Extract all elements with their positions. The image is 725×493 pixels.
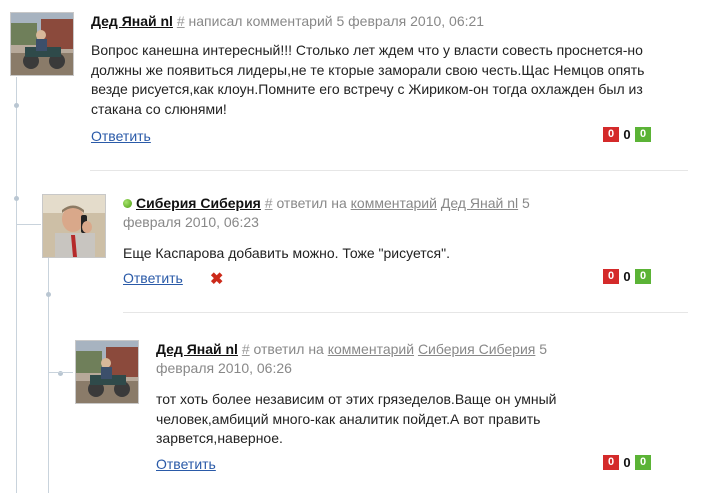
thread-dot [14,196,19,201]
vote-widget: 0 0 0 [603,127,651,142]
vote-up-button[interactable]: 0 [635,455,651,470]
vote-down-button[interactable]: 0 [603,269,619,284]
comment-date-day: 5 [522,195,530,211]
author-link[interactable]: Дед Янай nl [156,341,238,357]
avatar-image [11,13,73,75]
vote-up-button[interactable]: 0 [635,127,651,142]
reply-button[interactable]: Ответить [123,270,183,286]
comment-date: февраля 2010, 06:26 [156,360,292,376]
permalink[interactable]: # [265,195,273,211]
comment-date-day: 5 [539,341,548,357]
replied-prefix: ответил на [253,341,324,357]
permalink[interactable]: # [242,341,250,357]
vote-score: 0 [623,269,631,284]
permalink[interactable]: # [177,13,185,29]
avatar-image [43,195,105,257]
comment-body: Вопрос канешна интересный!!! Столько лет… [91,42,645,117]
comment-header: Сиберия Сиберия # ответил на комментарий… [123,194,603,232]
thread-connector [49,372,73,373]
avatar-image [76,341,138,403]
comment-separator [123,312,688,313]
thread-connector [17,224,41,225]
comment-body: Еще Каспарова добавить можно. Тоже "рису… [123,245,450,261]
reply-button[interactable]: Ответить [156,456,216,472]
comment-header: Дед Янай nl # ответил на комментарий Сиб… [156,340,626,378]
author-link[interactable]: Дед Янай nl [91,13,173,29]
avatar[interactable] [10,12,74,76]
vote-score: 0 [623,127,631,142]
vote-down-button[interactable]: 0 [603,455,619,470]
comment-separator [90,170,688,171]
replied-author-link[interactable]: Дед Янай nl [441,195,518,211]
replied-comment-link[interactable]: комментарий [328,341,414,357]
thread-dot [46,292,51,297]
vote-widget: 0 0 0 [603,269,651,284]
comment-header: Дед Янай nl # написал комментарий 5 февр… [91,12,691,31]
vote-up-button[interactable]: 0 [635,269,651,284]
author-link[interactable]: Сиберия Сиберия [136,195,261,211]
thread-dot [14,103,19,108]
replied-author-link[interactable]: Сиберия Сиберия [418,341,535,357]
avatar[interactable] [75,340,139,404]
vote-score: 0 [623,455,631,470]
thread-line-level1 [16,77,17,493]
replied-prefix: ответил на [276,195,347,211]
comment-date: февраля 2010, 06:23 [123,214,259,230]
vote-widget: 0 0 0 [603,455,651,470]
reply-button[interactable]: Ответить [91,128,151,144]
comment-body: тот хоть более независим от этих грязеде… [156,391,557,446]
replied-comment-link[interactable]: комментарий [351,195,437,211]
online-status-icon [123,199,132,208]
delete-icon[interactable]: ✖ [210,272,223,288]
avatar[interactable] [42,194,106,258]
comment-meta-text: написал комментарий 5 февраля 2010, 06:2… [188,13,485,29]
vote-down-button[interactable]: 0 [603,127,619,142]
